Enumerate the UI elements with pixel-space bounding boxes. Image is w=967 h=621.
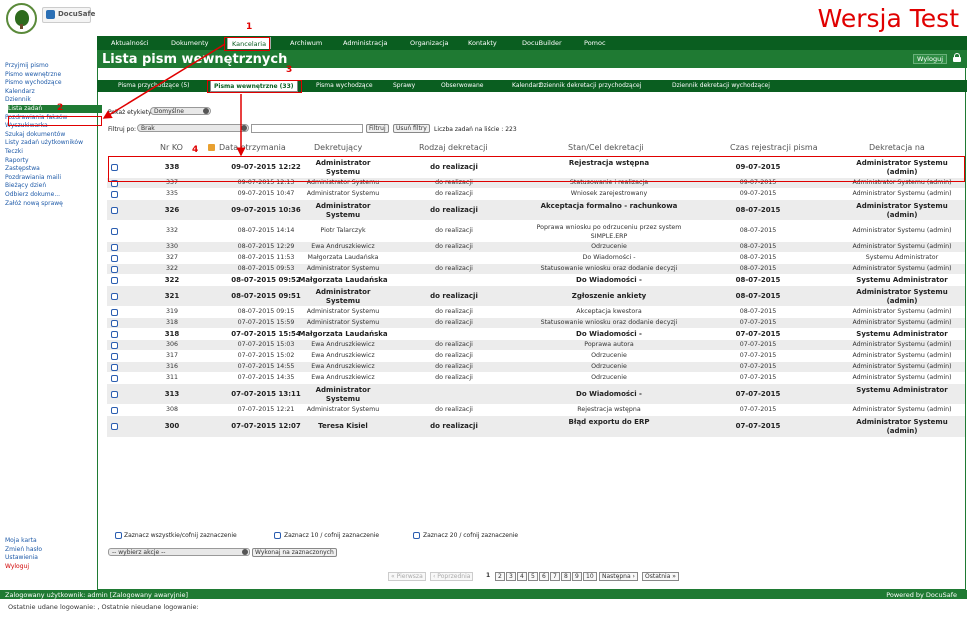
arrow-1 bbox=[102, 43, 226, 119]
annotation-arrows bbox=[102, 43, 246, 157]
